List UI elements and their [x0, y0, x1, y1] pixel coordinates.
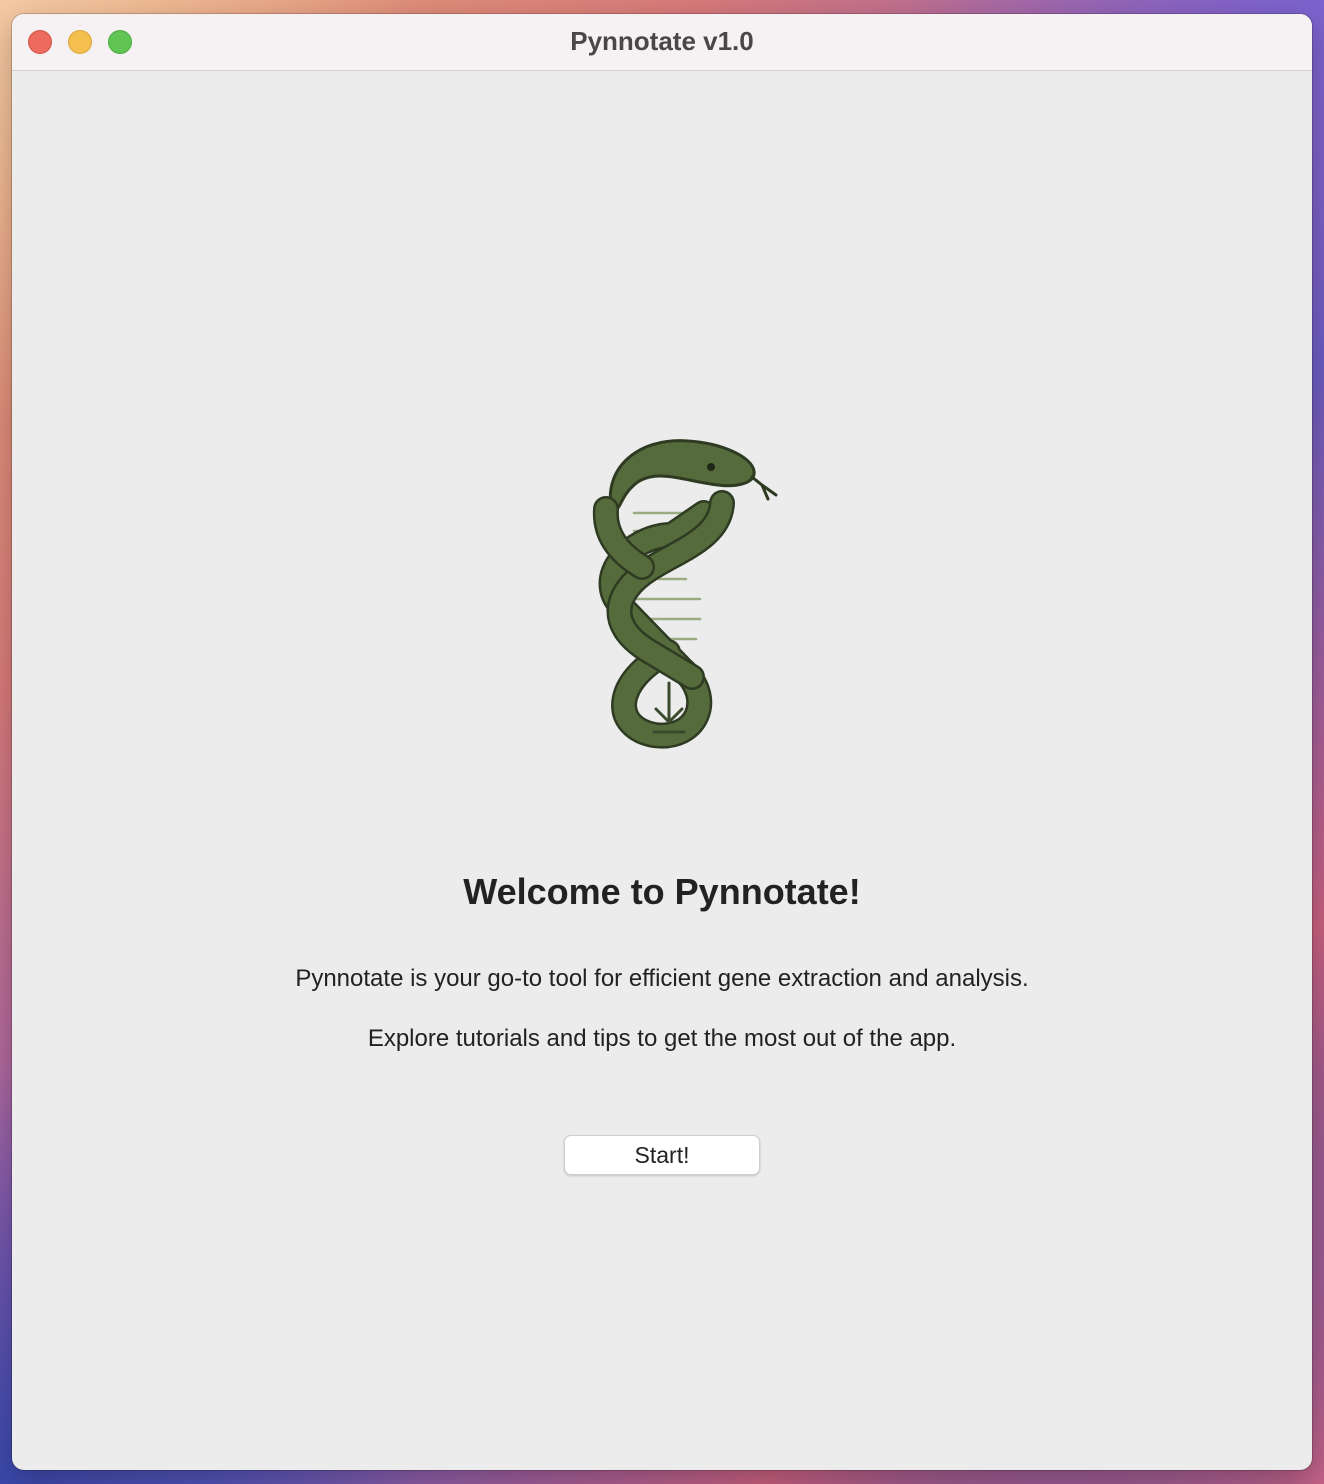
- welcome-tips-text: Explore tutorials and tips to get the mo…: [367, 1025, 957, 1052]
- window-title: Pynnotate v1.0: [570, 26, 754, 56]
- snake-dna-download-icon: [592, 439, 778, 749]
- welcome-description: Pynnotate is your go-to tool for efficie…: [295, 965, 1029, 992]
- welcome-panel: Welcome to Pynnotate! Pynnotate is your …: [12, 71, 1312, 1470]
- app-window: Pynnotate v1.0 Welcome to Pynnotate! Pyn…: [12, 14, 1312, 1470]
- start-button[interactable]: Start!: [564, 1135, 760, 1175]
- title-bar[interactable]: Pynnotate v1.0: [12, 14, 1312, 71]
- welcome-heading: Welcome to Pynnotate!: [463, 871, 861, 912]
